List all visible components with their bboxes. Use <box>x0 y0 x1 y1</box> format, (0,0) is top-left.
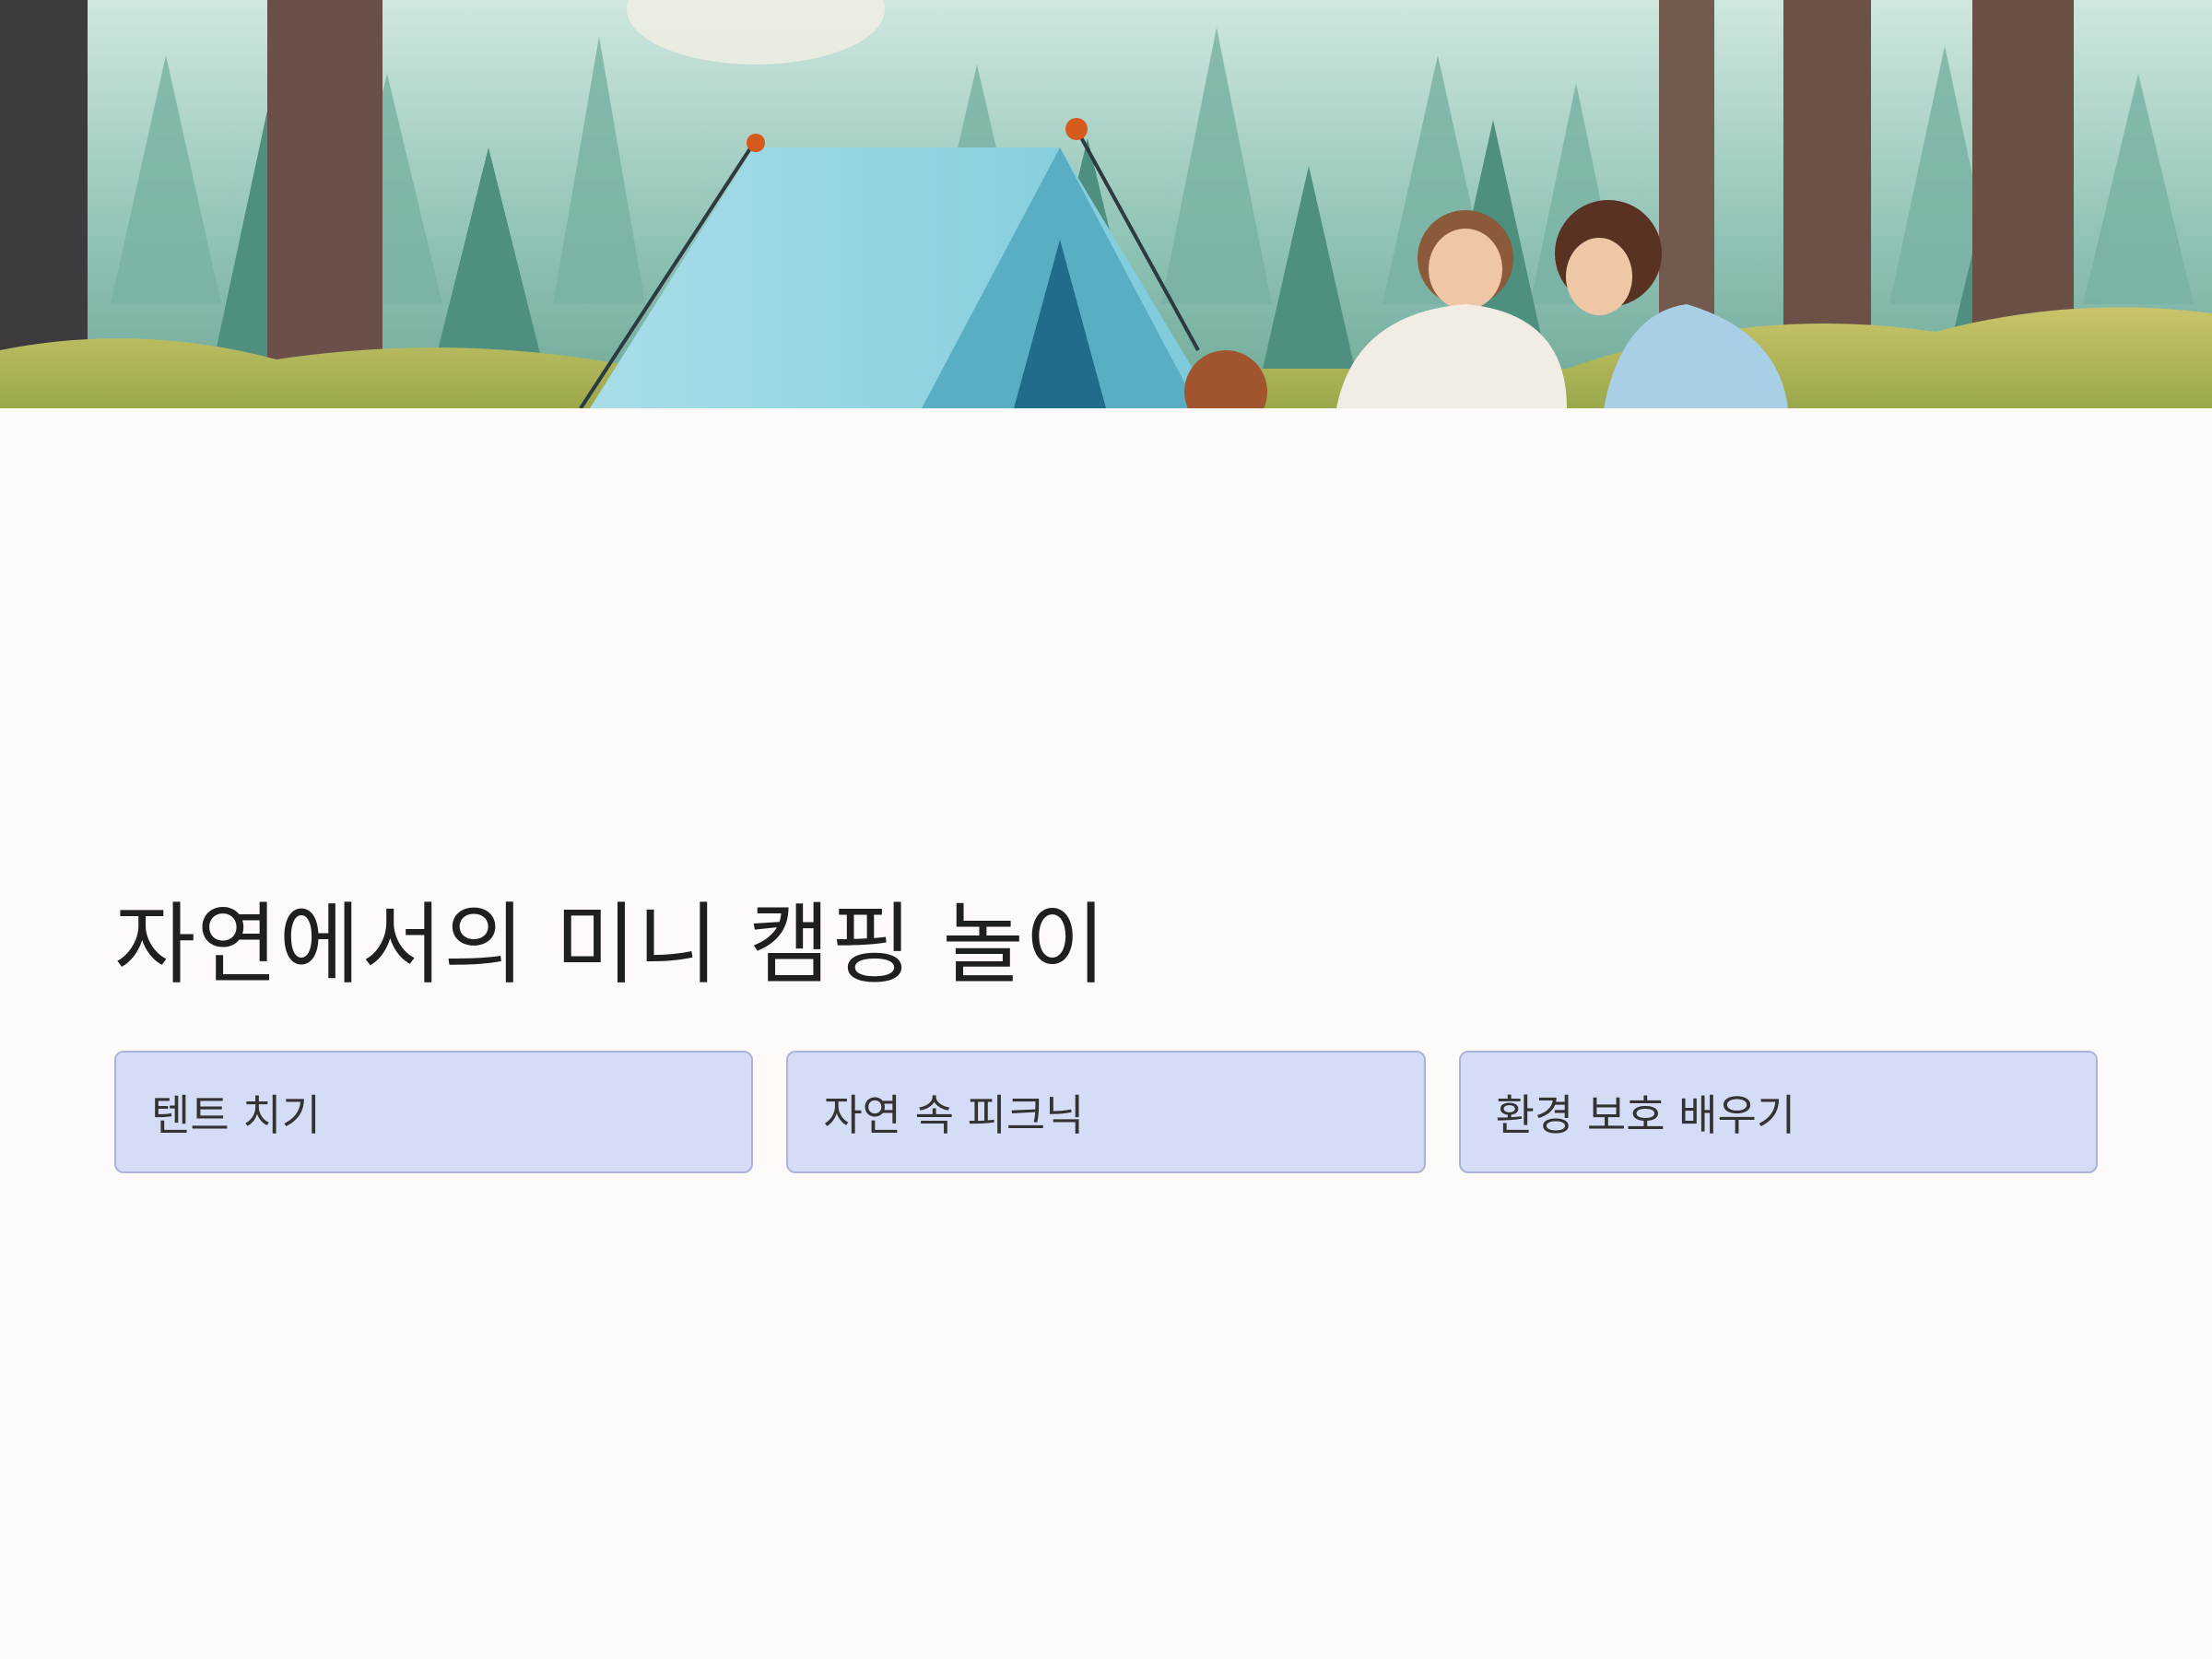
card-nature-picnic[interactable]: 자연 속 피크닉 <box>786 1051 1426 1173</box>
card-tent-pitching[interactable]: 텐트 치기 <box>114 1051 754 1173</box>
activity-cards: 텐트 치기 자연 속 피크닉 환경 보호 배우기 <box>114 1051 2098 1173</box>
hero-illustration <box>0 0 2212 408</box>
card-learn-environment[interactable]: 환경 보호 배우기 <box>1458 1051 2098 1173</box>
slide: 자연에서의 미니 캠핑 놀이 텐트 치기 자연 속 피크닉 환경 보호 배우기 <box>0 0 2212 1659</box>
slide-title: 자연에서의 미니 캠핑 놀이 <box>114 893 1108 996</box>
forest-camping-illustration <box>0 0 2212 408</box>
